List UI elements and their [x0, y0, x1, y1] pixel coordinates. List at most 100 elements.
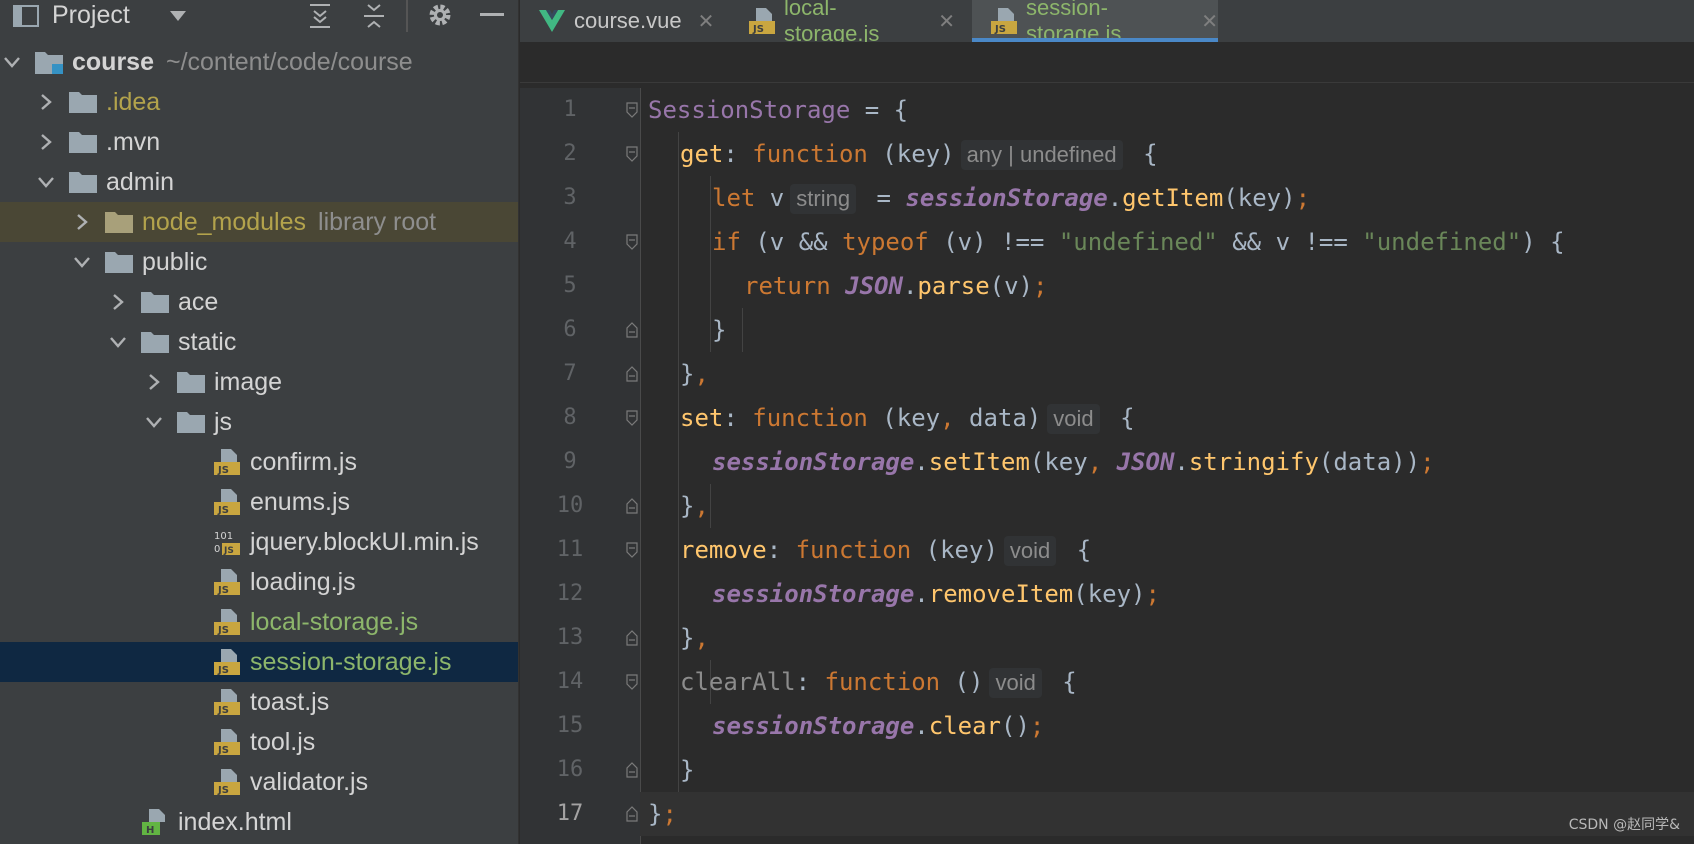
tree-item-label: session-storage.js — [250, 647, 452, 676]
code-line[interactable]: set: function (key, data) void { — [648, 396, 1135, 440]
chevron-down-icon[interactable] — [0, 50, 24, 74]
line-number[interactable]: 15 — [520, 704, 620, 748]
code-token: function — [752, 404, 868, 432]
tree-item-confirm-js[interactable]: JS confirm.js — [0, 442, 518, 482]
tree-item-label: node_modules — [142, 207, 307, 236]
fold-end-icon[interactable] — [626, 498, 638, 514]
line-number[interactable]: 16 — [520, 748, 620, 792]
code-line[interactable]: SessionStorage = { — [648, 88, 908, 132]
line-number[interactable]: 3 — [520, 176, 620, 220]
line-number[interactable]: 1 — [520, 88, 620, 132]
code-line[interactable]: remove: function (key) void { — [648, 528, 1091, 572]
fold-end-icon[interactable] — [626, 366, 638, 382]
fold-start-icon[interactable] — [626, 410, 638, 426]
code-line[interactable]: get: function (key) any | undefined { — [648, 132, 1158, 176]
fold-end-icon[interactable] — [626, 806, 638, 822]
code-line[interactable]: }, — [648, 484, 709, 528]
tree-item-image[interactable]: image — [0, 362, 518, 402]
chevron-right-icon[interactable] — [70, 210, 94, 234]
tree-item-idea[interactable]: .idea — [0, 82, 518, 122]
fold-end-icon[interactable] — [626, 630, 638, 646]
code-line[interactable]: if (v && typeof (v) !== "undefined" && v… — [648, 220, 1565, 264]
project-title[interactable]: Project — [52, 0, 130, 30]
fold-start-icon[interactable] — [626, 542, 638, 558]
tree-item-js[interactable]: js — [0, 402, 518, 442]
line-number[interactable]: 5 — [520, 264, 620, 308]
tree-item-validator-js[interactable]: JS validator.js — [0, 762, 518, 802]
tree-item-public[interactable]: public — [0, 242, 518, 282]
code-line[interactable]: }, — [648, 616, 709, 660]
code-line-current[interactable]: }; — [640, 792, 1694, 836]
close-icon[interactable]: ✕ — [938, 9, 955, 34]
folder-icon — [140, 289, 170, 315]
line-number[interactable]: 6 — [520, 308, 620, 352]
chevron-down-icon[interactable] — [70, 250, 94, 274]
tree-item-course-root[interactable]: course ~/content/code/course — [0, 42, 518, 82]
gear-icon[interactable] — [424, 0, 456, 30]
line-number[interactable]: 2 — [520, 132, 620, 176]
tree-item-label: static — [178, 327, 237, 356]
close-icon[interactable]: ✕ — [698, 9, 715, 34]
line-number[interactable]: 13 — [520, 616, 620, 660]
expand-all-icon[interactable] — [306, 2, 334, 30]
line-number[interactable]: 8 — [520, 396, 620, 440]
code-token: (data)) — [1318, 448, 1421, 476]
code-line[interactable]: }, — [648, 352, 709, 396]
code-line[interactable]: sessionStorage.setItem(key, JSON.stringi… — [648, 440, 1435, 484]
tree-item-enums-js[interactable]: JS enums.js — [0, 482, 518, 522]
fold-start-icon[interactable] — [626, 146, 638, 162]
code-token: (v && — [740, 228, 843, 256]
js-file-icon: JS — [212, 489, 242, 516]
chevron-down-icon[interactable] — [106, 330, 130, 354]
tree-item-toast-js[interactable]: JS toast.js — [0, 682, 518, 722]
code-line[interactable]: } — [648, 748, 694, 792]
code-line[interactable]: } — [648, 308, 726, 352]
line-number[interactable]: 10 — [520, 484, 620, 528]
fold-end-icon[interactable] — [626, 762, 638, 778]
tab-session-storage-js[interactable]: JS session-storage.js ✕ — [972, 0, 1218, 46]
tree-item-session-storage-js[interactable]: JS session-storage.js — [0, 642, 518, 682]
code-line[interactable]: return JSON.parse(v); — [648, 264, 1047, 308]
tree-item-ace[interactable]: ace — [0, 282, 518, 322]
fold-start-icon[interactable] — [626, 234, 638, 250]
chevron-right-icon[interactable] — [142, 370, 166, 394]
tab-course-vue[interactable]: course.vue ✕ — [520, 0, 720, 42]
chevron-down-icon[interactable] — [34, 170, 58, 194]
collapse-all-icon[interactable] — [360, 2, 388, 30]
code-line[interactable]: clearAll: function () void { — [648, 660, 1077, 704]
code-line[interactable]: sessionStorage.clear(); — [648, 704, 1044, 748]
fold-start-icon[interactable] — [626, 102, 638, 118]
chevron-right-icon[interactable] — [106, 290, 130, 314]
code-line[interactable]: let v string = sessionStorage.getItem(key… — [648, 176, 1310, 220]
tree-item-tool-js[interactable]: JS tool.js — [0, 722, 518, 762]
chevron-right-icon[interactable] — [34, 130, 58, 154]
line-number-gutter[interactable]: 1 2 3 4 5 6 7 8 9 10 11 12 13 14 15 16 17 — [520, 88, 640, 844]
chevron-right-icon[interactable] — [34, 90, 58, 114]
chevron-down-icon[interactable] — [142, 410, 166, 434]
tree-item-local-storage-js[interactable]: JS local-storage.js — [0, 602, 518, 642]
close-icon[interactable]: ✕ — [1201, 9, 1218, 34]
line-number[interactable]: 9 — [520, 440, 620, 484]
tree-item-node-modules[interactable]: node_modules library root — [0, 202, 518, 242]
fold-end-icon[interactable] — [626, 322, 638, 338]
line-number[interactable]: 4 — [520, 220, 620, 264]
line-number[interactable]: 12 — [520, 572, 620, 616]
tree-item-mvn[interactable]: .mvn — [0, 122, 518, 162]
indent-guide — [710, 484, 711, 528]
line-number[interactable]: 11 — [520, 528, 620, 572]
line-number[interactable]: 14 — [520, 660, 620, 704]
tree-item-index-html[interactable]: H index.html — [0, 802, 518, 842]
fold-start-icon[interactable] — [626, 674, 638, 690]
view-dropdown-icon[interactable] — [166, 4, 190, 28]
tree-item-admin[interactable]: admin — [0, 162, 518, 202]
code-token: typeof — [842, 228, 929, 256]
line-number[interactable]: 7 — [520, 352, 620, 396]
project-view-icon[interactable] — [12, 2, 40, 30]
tree-item-static[interactable]: static — [0, 322, 518, 362]
line-number[interactable]: 17 — [520, 792, 620, 836]
tree-item-loading-js[interactable]: JS loading.js — [0, 562, 518, 602]
tab-local-storage-js[interactable]: JS local-storage.js ✕ — [730, 0, 955, 46]
tree-item-jquery-blockui-js[interactable]: 101 0 JS jquery.blockUI.min.js — [0, 522, 518, 562]
code-line[interactable]: sessionStorage.removeItem(key); — [648, 572, 1160, 616]
hide-panel-icon[interactable] — [478, 0, 506, 30]
